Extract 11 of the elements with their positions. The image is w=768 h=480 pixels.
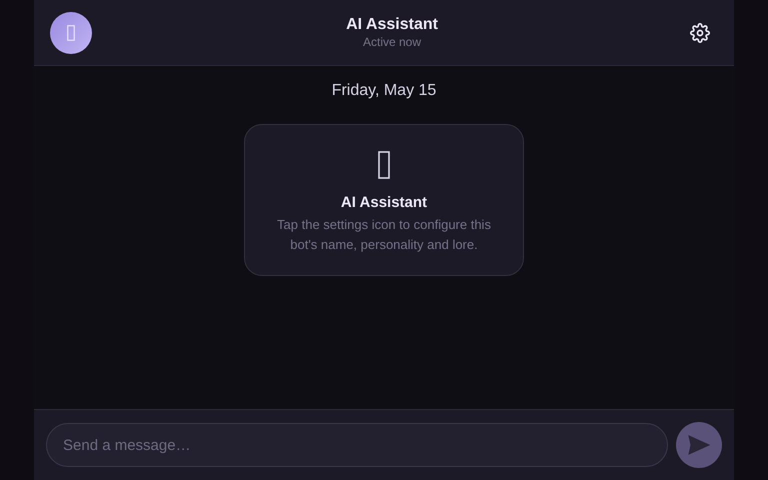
settings-icon [690,22,710,42]
date-divider: Friday, May 15 [332,81,436,101]
missing-glyph-icon [378,151,390,179]
bot-name: AI Assistant [346,15,438,35]
message-field[interactable]: Send a message… [46,423,668,467]
card-title: AI Assistant [340,193,428,213]
card-description: Tap the settings icon to configure this bot's name, personality and lore. [276,216,492,254]
status-text: Active now [362,35,422,50]
send-icon [688,435,710,455]
send-button[interactable] [676,422,722,468]
missing-glyph-icon [67,24,75,40]
